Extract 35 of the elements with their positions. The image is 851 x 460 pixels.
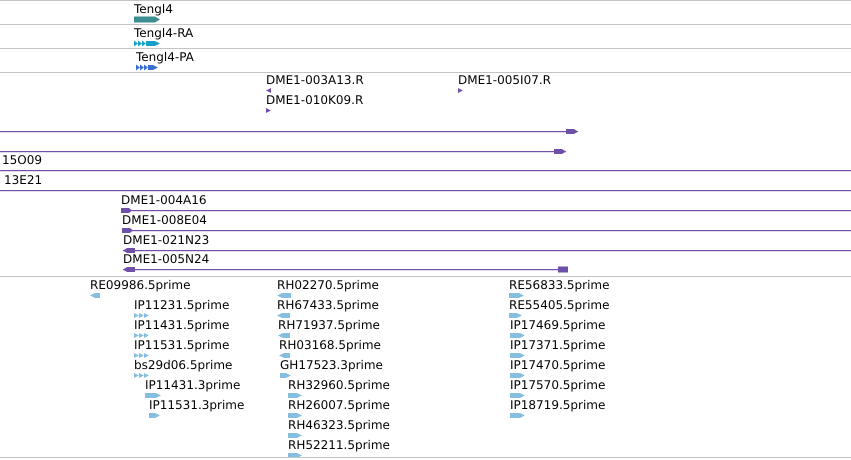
feature-label[interactable]: RE55405.5prime: [509, 299, 610, 312]
feature-label[interactable]: DME1-010K09.R: [266, 94, 364, 107]
feature-label[interactable]: IP17570.5prime: [510, 379, 606, 392]
feature-label[interactable]: DME1-003A13.R: [266, 74, 364, 87]
feature-label[interactable]: RE56833.5prime: [509, 279, 610, 292]
feature-label[interactable]: IP18719.5prime: [510, 399, 606, 412]
feature-label[interactable]: RH52211.5prime: [288, 439, 390, 452]
feature-label[interactable]: RH71937.5prime: [278, 319, 380, 332]
feature-label[interactable]: IP11231.5prime: [134, 299, 230, 312]
feature-label[interactable]: IP17469.5prime: [510, 319, 606, 332]
feature-label[interactable]: 15O09: [2, 154, 42, 167]
feature-label[interactable]: DME1-005N24: [123, 253, 210, 266]
feature-label[interactable]: DME1-021N23: [123, 234, 210, 247]
feature-label[interactable]: RH46323.5prime: [288, 419, 390, 432]
feature-label[interactable]: DME1-008E04: [122, 214, 207, 227]
feature-label[interactable]: IP11531.5prime: [134, 339, 230, 352]
feature-label[interactable]: GH17523.3prime: [280, 359, 383, 372]
feature-label[interactable]: 13E21: [4, 174, 42, 187]
feature-label[interactable]: IP11431.3prime: [145, 379, 240, 392]
feature-label[interactable]: bs29d06.5prime: [134, 359, 232, 372]
feature-label[interactable]: DME1-005I07.R: [458, 74, 552, 87]
feature-label[interactable]: IP17470.5prime: [510, 359, 606, 372]
feature-label[interactable]: RH02270.5prime: [277, 279, 379, 292]
feature-label[interactable]: RH67433.5prime: [277, 299, 379, 312]
feature-label[interactable]: IP11431.5prime: [134, 319, 230, 332]
feature-label[interactable]: IP11531.3prime: [149, 399, 244, 412]
feature-label[interactable]: RH26007.5prime: [288, 399, 390, 412]
feature-label[interactable]: RH32960.5prime: [288, 379, 390, 392]
feature-label[interactable]: RE09986.5prime: [90, 279, 190, 292]
feature-label[interactable]: DME1-004A16: [121, 194, 207, 207]
feature-label[interactable]: Tengl4-RA: [134, 27, 194, 40]
feature-label[interactable]: Tengl4: [134, 3, 173, 16]
feature-label[interactable]: RH03168.5prime: [279, 339, 381, 352]
feature-label[interactable]: Tengl4-PA: [136, 51, 194, 64]
feature-label[interactable]: IP17371.5prime: [510, 339, 606, 352]
